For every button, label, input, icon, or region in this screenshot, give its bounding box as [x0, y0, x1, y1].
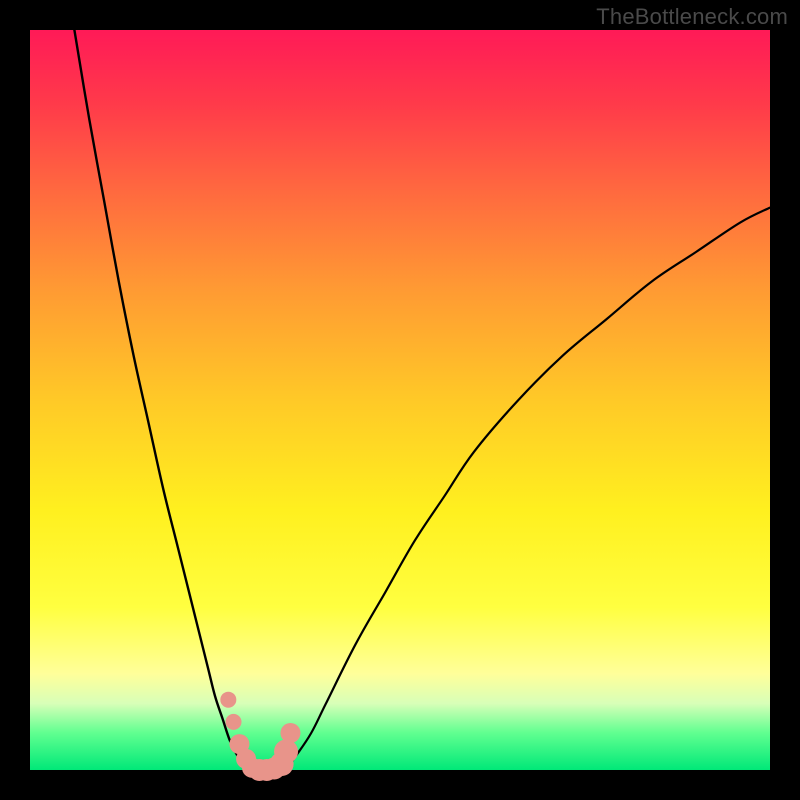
marker-dot	[226, 714, 242, 730]
curve-right-branch	[282, 208, 770, 770]
plot-area	[30, 30, 770, 770]
watermark-text: TheBottleneck.com	[596, 4, 788, 30]
marker-dot	[280, 723, 300, 743]
curve-left-branch	[74, 30, 252, 770]
chart-svg	[30, 30, 770, 770]
marker-dot	[274, 740, 298, 764]
marker-dot	[220, 692, 236, 708]
chart-frame: TheBottleneck.com	[0, 0, 800, 800]
marker-cluster	[220, 692, 300, 781]
